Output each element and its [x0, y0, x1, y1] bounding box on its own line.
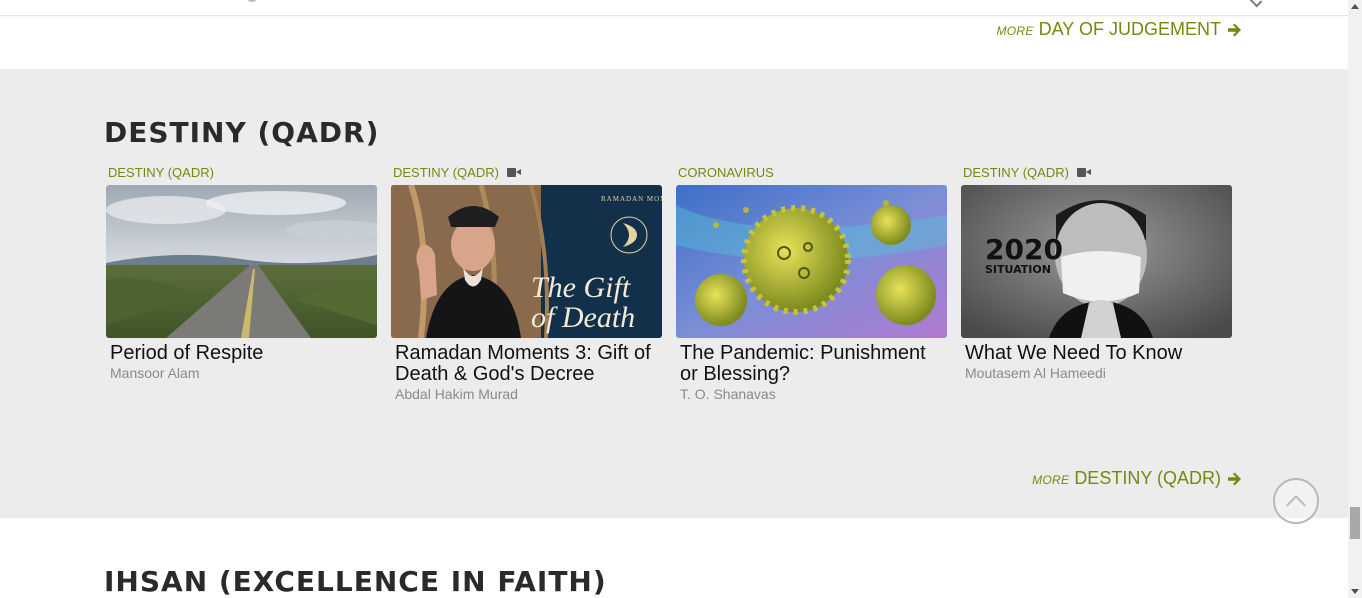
article-card[interactable]: DESTINY (QADR) RAMADAN MOMENTS The Gift …	[391, 164, 663, 402]
scroll-up-arrow-icon[interactable]	[1351, 4, 1359, 9]
chevron-down-icon[interactable]	[1249, 0, 1263, 8]
article-thumbnail[interactable]	[676, 185, 947, 338]
top-nav-bar	[0, 0, 1348, 16]
scrollbar-thumb[interactable]	[1350, 507, 1360, 539]
article-author[interactable]: Mansoor Alam	[110, 365, 378, 381]
arrow-right-icon	[1228, 472, 1241, 485]
coronavirus-illustration-image	[676, 185, 947, 338]
more-day-of-judgement-link[interactable]: MORE DAY OF JUDGEMENT	[996, 19, 1243, 40]
article-title[interactable]: Period of Respite	[110, 343, 378, 364]
more-prefix: MORE	[996, 24, 1034, 38]
category-tag[interactable]: DESTINY (QADR)	[108, 164, 378, 180]
article-title[interactable]: Ramadan Moments 3: Gift of Death & God's…	[395, 343, 663, 385]
page-scrollbar[interactable]	[1348, 0, 1362, 598]
category-label[interactable]: DESTINY (QADR)	[393, 165, 499, 180]
article-thumbnail[interactable]	[106, 185, 377, 338]
article-title[interactable]: What We Need To Know	[965, 343, 1233, 364]
category-label[interactable]: CORONAVIRUS	[678, 165, 774, 180]
overlay-line-2: of Death	[531, 301, 635, 334]
scroll-down-arrow-icon[interactable]	[1351, 589, 1359, 594]
article-title[interactable]: The Pandemic: Punishment or Blessing?	[680, 343, 948, 385]
section-title-ihsan: IHSAN (EXCELLENCE IN FAITH)	[104, 565, 607, 598]
article-author[interactable]: Moutasem Al Hameedi	[965, 365, 1233, 381]
road-landscape-image	[106, 185, 377, 338]
category-tag[interactable]: DESTINY (QADR)	[393, 164, 663, 180]
article-author[interactable]: T. O. Shanavas	[680, 386, 948, 402]
video-camera-icon	[1076, 167, 1091, 177]
article-card[interactable]: DESTINY (QADR) 2020 SITUATION What We Ne…	[961, 164, 1233, 381]
category-tag[interactable]: DESTINY (QADR)	[963, 164, 1233, 180]
nav-indicator	[247, 0, 257, 2]
category-label[interactable]: DESTINY (QADR)	[963, 165, 1069, 180]
article-card[interactable]: CORONAVIRUS The Pandemic: Punishment or …	[676, 164, 948, 402]
page: MORE DAY OF JUDGEMENT DESTINY (QADR) DES…	[0, 0, 1348, 598]
more-label: DAY OF JUDGEMENT	[1038, 19, 1221, 39]
overlay-series: RAMADAN MOMENTS	[601, 195, 662, 203]
article-card[interactable]: DESTINY (QADR) Period of Respite Mansoor…	[106, 164, 378, 381]
section-title-destiny: DESTINY (QADR)	[104, 116, 380, 149]
arrow-right-icon	[1228, 23, 1241, 36]
more-label: DESTINY (QADR)	[1074, 468, 1221, 488]
speaker-gift-of-death-image: RAMADAN MOMENTS The Gift of Death	[391, 185, 662, 338]
article-author[interactable]: Abdal Hakim Murad	[395, 386, 663, 402]
overlay-line-1: The Gift	[531, 271, 631, 304]
chevron-up-icon	[1286, 495, 1306, 515]
article-thumbnail[interactable]: 2020 SITUATION	[961, 185, 1232, 338]
scroll-to-top-button[interactable]	[1273, 478, 1319, 524]
category-label[interactable]: DESTINY (QADR)	[108, 165, 214, 180]
more-prefix: MORE	[1032, 473, 1070, 487]
category-tag[interactable]: CORONAVIRUS	[678, 164, 948, 180]
more-destiny-link[interactable]: MORE DESTINY (QADR)	[1032, 468, 1243, 489]
overlay-line-1: 2020	[985, 233, 1063, 266]
masked-person-praying-image: 2020 SITUATION	[961, 185, 1232, 338]
overlay-line-2: SITUATION	[985, 263, 1051, 276]
video-camera-icon	[506, 167, 521, 177]
article-thumbnail[interactable]: RAMADAN MOMENTS The Gift of Death	[391, 185, 662, 338]
